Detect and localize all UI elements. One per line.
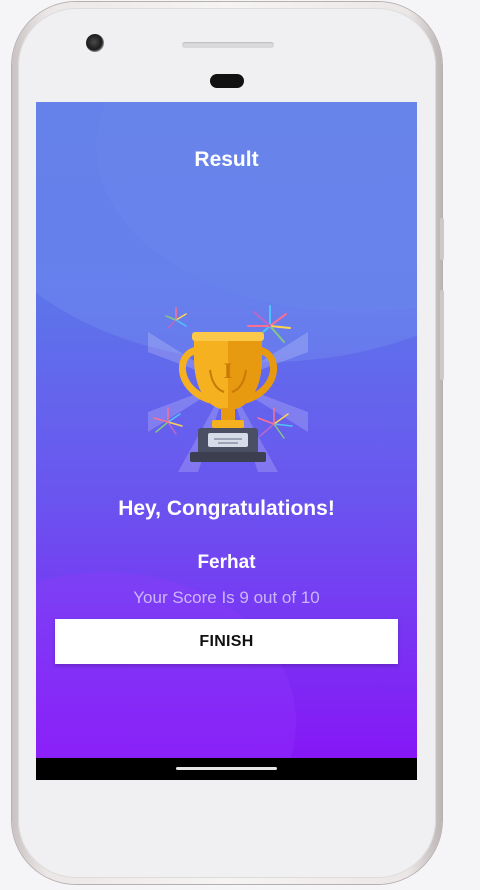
- score-text: Your Score Is 9 out of 10: [133, 588, 320, 607]
- earpiece-speaker: [182, 42, 274, 48]
- page-title: Result: [194, 148, 259, 171]
- power-button: [440, 218, 444, 260]
- home-gesture-bar[interactable]: [176, 767, 277, 770]
- trophy-rank: I: [224, 358, 233, 383]
- trophy-icon: I: [148, 305, 308, 472]
- navigation-bar: [36, 758, 417, 780]
- proximity-sensor: [210, 74, 244, 88]
- volume-button: [440, 290, 444, 380]
- result-screen: Result I Hey, Congratulations! Ferhat Yo…: [36, 102, 417, 758]
- device-frame: Result I Hey, Congratulations! Ferhat Yo…: [0, 0, 480, 890]
- congratulations-heading: Hey, Congratulations!: [118, 497, 335, 520]
- user-name: Ferhat: [197, 552, 256, 573]
- front-camera-icon: [86, 34, 104, 52]
- firework-top-left: [165, 307, 187, 329]
- finish-button[interactable]: FINISH: [55, 619, 398, 664]
